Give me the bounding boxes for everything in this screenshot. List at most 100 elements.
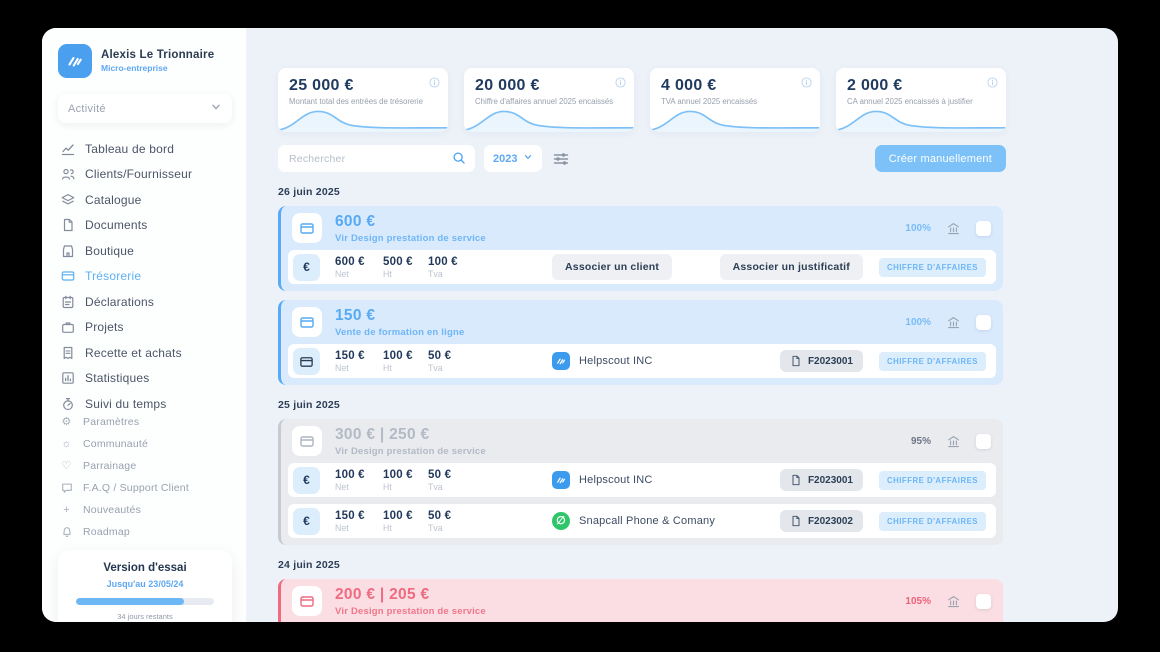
credit-card-icon: [293, 347, 320, 375]
transaction-row: € 150 € Net 100 € Ht 50 € Tva ∅ Snapcall Ph…: [288, 504, 996, 538]
euro-icon: €: [293, 253, 320, 281]
sparkline-chart: [278, 110, 448, 132]
bank-icon[interactable]: [946, 315, 961, 330]
bank-icon[interactable]: [946, 221, 961, 236]
sidebar-item-tableau-de-bord[interactable]: Tableau de bord: [58, 139, 232, 158]
group-date: 26 juin 2025: [278, 186, 340, 198]
sidebar: Alexis Le Trionnaire Micro-entreprise Ac…: [42, 28, 247, 622]
sidebar-item-projets[interactable]: Projets: [58, 318, 232, 337]
sidebar-item-faq-support[interactable]: F.A.Q / Support Client: [58, 479, 232, 496]
info-icon[interactable]: [615, 75, 626, 88]
transaction-card: 150 € Vente de formation en ligne 100% 1…: [278, 300, 1003, 385]
gear-icon: ⚙: [61, 416, 72, 428]
net-amount: 100 €: [335, 468, 365, 481]
transaction-description: Vir Design prestation de service: [335, 445, 486, 457]
filter-sliders-icon[interactable]: [552, 150, 570, 168]
invoice-number: F2023002: [807, 515, 853, 527]
stat-value: 20 000 €: [475, 77, 540, 94]
ht-amount: 500 €: [383, 255, 413, 268]
dashboard-icon: [60, 141, 75, 156]
invoice-button[interactable]: F2023001: [779, 350, 863, 372]
sidebar-item-suivi-du-temps[interactable]: Suivi du temps: [58, 394, 232, 413]
sidebar-item-tresorerie[interactable]: Trésorerie: [58, 267, 232, 286]
client-name: Snapcall Phone & Comany: [579, 515, 716, 527]
client-chip[interactable]: Helpscout INC: [552, 471, 653, 489]
document-icon: [60, 218, 75, 233]
transaction-header[interactable]: 150 € Vente de formation en ligne 100%: [281, 300, 1003, 344]
client-chip[interactable]: ∅ Snapcall Phone & Comany: [552, 512, 715, 530]
select-checkbox[interactable]: [976, 433, 991, 449]
search-input[interactable]: [278, 145, 475, 172]
associate-justificatif-button[interactable]: Associer un justificatif: [719, 254, 863, 280]
bank-icon[interactable]: [946, 434, 961, 449]
sidebar-item-recette-et-achats[interactable]: Recette et achats: [58, 343, 232, 362]
transaction-description: Vente de formation en ligne: [335, 326, 465, 338]
transaction-description: Vir Design prestation de service: [335, 605, 486, 617]
revenue-badge: CHIFFRE D'AFFAIRES: [879, 351, 986, 371]
invoice-button[interactable]: F2023001: [779, 469, 863, 491]
match-percentage: 100%: [905, 222, 931, 234]
chat-bubble-icon: [60, 481, 73, 494]
sidebar-item-parametres[interactable]: ⚙ Paramètres: [58, 413, 232, 430]
associate-client-button[interactable]: Associer un client: [552, 254, 673, 280]
transaction-card: 200 € | 205 € Vir Design prestation de s…: [278, 579, 1003, 622]
sidebar-item-declarations[interactable]: Déclarations: [58, 292, 232, 311]
sidebar-item-communaute[interactable]: ☼ Communauté: [58, 435, 232, 452]
app-window: Alexis Le Trionnaire Micro-entreprise Ac…: [42, 28, 1118, 622]
secondary-nav: ⚙ Paramètres ☼ Communauté ♡ Parrainage F…: [58, 413, 232, 550]
sidebar-item-documents[interactable]: Documents: [58, 216, 232, 235]
tva-amount: 50 €: [428, 349, 452, 362]
transaction-amount: 200 € | 205 €: [335, 585, 430, 603]
sidebar-item-clients-fournisseur[interactable]: Clients/Fournisseur: [58, 165, 232, 184]
heart-icon: ♡: [61, 460, 72, 472]
search-box: [278, 145, 475, 172]
helpscout-logo: [552, 352, 570, 370]
net-amount: 600 €: [335, 255, 365, 268]
sidebar-item-nouveautes[interactable]: + Nouveautés: [58, 501, 232, 518]
activity-dropdown-label: Activité: [68, 102, 106, 115]
sidebar-item-statistiques[interactable]: Statistiques: [58, 369, 232, 388]
transaction-row: € 600 € Net 500 € Ht 100 € Tva Associer un …: [288, 250, 996, 284]
create-manually-button[interactable]: Créer manuellement: [874, 145, 1006, 172]
year-filter-dropdown[interactable]: 2023: [484, 145, 543, 172]
sidebar-item-catalogue[interactable]: Catalogue: [58, 190, 232, 209]
info-icon[interactable]: [987, 75, 998, 88]
sidebar-item-parrainage[interactable]: ♡ Parrainage: [58, 457, 232, 474]
client-chip[interactable]: Helpscout INC: [552, 352, 653, 370]
invoice-button[interactable]: F2023002: [779, 510, 863, 532]
credit-card-icon: [292, 213, 322, 243]
match-percentage: 100%: [905, 316, 931, 328]
client-name: Helpscout INC: [579, 355, 653, 367]
transaction-amount: 600 €: [335, 212, 376, 230]
toolbar: 2023 Créer manuellement: [278, 145, 1006, 172]
transaction-header[interactable]: 600 € Vir Design prestation de service 1…: [281, 206, 1003, 250]
net-amount: 150 €: [335, 349, 365, 362]
info-icon[interactable]: [429, 75, 440, 88]
stopwatch-icon: [60, 396, 75, 411]
client-name: Helpscout INC: [579, 474, 653, 486]
bank-icon[interactable]: [946, 594, 961, 609]
transaction-card: 300 € | 250 € Vir Design prestation de s…: [278, 419, 1003, 545]
tva-amount: 100 €: [428, 255, 458, 268]
receipt-icon: [60, 345, 75, 360]
info-icon[interactable]: [801, 75, 812, 88]
search-icon[interactable]: [452, 151, 466, 170]
sun-icon: ☼: [61, 437, 72, 450]
trial-progress-bar: [76, 598, 214, 605]
select-checkbox[interactable]: [976, 220, 991, 236]
activity-dropdown[interactable]: Activité: [58, 94, 232, 123]
sidebar-item-boutique[interactable]: Boutique: [58, 241, 232, 260]
transaction-header[interactable]: 200 € | 205 € Vir Design prestation de s…: [281, 579, 1003, 622]
chevron-down-icon: [523, 152, 533, 165]
select-checkbox[interactable]: [976, 314, 991, 330]
transaction-header[interactable]: 300 € | 250 € Vir Design prestation de s…: [281, 419, 1003, 463]
tva-amount: 50 €: [428, 509, 452, 522]
year-filter-value: 2023: [493, 152, 518, 165]
sparkline-chart: [836, 110, 1006, 132]
briefcase-icon: [60, 320, 75, 335]
select-checkbox[interactable]: [976, 593, 991, 609]
account-switcher[interactable]: Alexis Le Trionnaire Micro-entreprise: [58, 44, 232, 78]
transaction-amount: 150 €: [335, 306, 376, 324]
sidebar-item-roadmap[interactable]: Roadmap: [58, 523, 232, 540]
euro-icon: €: [293, 466, 320, 494]
